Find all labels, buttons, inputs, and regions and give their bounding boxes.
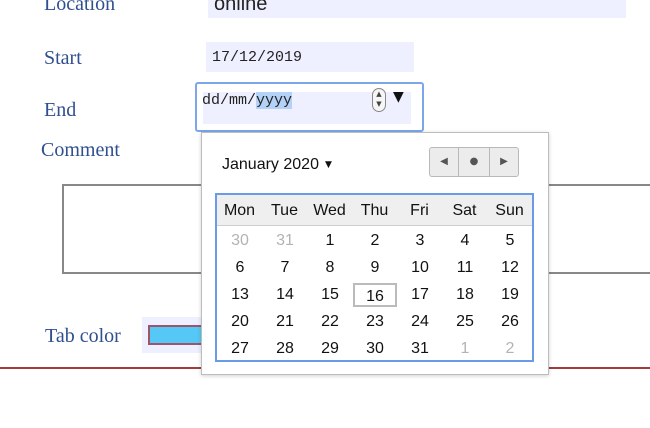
start-value: 17/12/2019 [212, 49, 303, 66]
calendar-day[interactable]: 15 [308, 283, 352, 307]
location-field[interactable] [208, 0, 626, 18]
calendar-day-today[interactable]: 16 [353, 283, 397, 307]
arrow-left-icon: ◀ [440, 156, 448, 167]
date-picker-popup: January 2020 ▼ ◀ ● ▶ Mon Tue Wed Thu Fri Sat Su… [201, 132, 549, 375]
weekday-label: Tue [271, 202, 298, 219]
dot-icon: ● [469, 156, 479, 167]
calendar-day[interactable]: 3 [398, 229, 442, 253]
calendar-day[interactable]: 29 [308, 337, 352, 361]
calendar-day[interactable]: 11 [443, 256, 487, 280]
calendar-day[interactable]: 26 [488, 310, 532, 334]
calendar-day[interactable]: 18 [443, 283, 487, 307]
today-button[interactable]: ● [459, 147, 489, 177]
end-label: End [44, 99, 77, 121]
tab-color-swatch[interactable] [148, 325, 208, 345]
end-value[interactable]: dd/mm/yyyy [202, 92, 293, 110]
next-month-button[interactable]: ▶ [489, 147, 519, 177]
calendar-day[interactable]: 13 [218, 283, 262, 307]
calendar-day[interactable]: 24 [398, 310, 442, 334]
calendar-day[interactable]: 7 [263, 256, 307, 280]
calendar-day[interactable]: 1 [308, 229, 352, 253]
calendar-day[interactable]: 30 [353, 337, 397, 361]
calendar-day[interactable]: 23 [353, 310, 397, 334]
end-value-prefix: dd/mm/ [202, 92, 257, 109]
end-value-year-selected: yyyy [256, 92, 293, 109]
caret-down-icon: ▼ [324, 160, 332, 170]
calendar-day[interactable]: 25 [443, 310, 487, 334]
weekday-label: Thu [360, 202, 389, 219]
calendar-day[interactable]: 14 [263, 283, 307, 307]
spin-buttons-icon[interactable]: ▲ ▼ [372, 88, 386, 112]
calendar-day[interactable]: 27 [218, 337, 262, 361]
calendar-day[interactable]: 1 [443, 337, 487, 361]
end-date-input[interactable]: dd/mm/yyyy ▲ ▼ ▼ [195, 82, 424, 132]
tab-color-label: Tab color [45, 325, 121, 347]
weekday-label: Sat [452, 202, 477, 219]
calendar-day[interactable]: 17 [398, 283, 442, 307]
calendar-day[interactable]: 30 [218, 229, 262, 253]
previous-month-button[interactable]: ◀ [429, 147, 459, 177]
location-value: online [214, 0, 268, 15]
weekday-label: Sun [495, 202, 524, 219]
calendar-day[interactable]: 4 [443, 229, 487, 253]
month-year-select[interactable]: January 2020 ▼ [222, 155, 332, 175]
calendar-day[interactable]: 8 [308, 256, 352, 280]
triangle-down-icon[interactable]: ▼ [393, 88, 404, 106]
calendar-day[interactable]: 5 [488, 229, 532, 253]
calendar-day[interactable]: 19 [488, 283, 532, 307]
calendar-day[interactable]: 2 [353, 229, 397, 253]
calendar-day[interactable]: 31 [398, 337, 442, 361]
weekday-header: Mon Tue Wed Thu Fri Sat Sun [217, 195, 532, 226]
start-label: Start [44, 47, 82, 69]
month-year-label: January 2020 [222, 156, 319, 174]
weekday-label: Wed [313, 202, 346, 219]
arrow-right-icon: ▶ [500, 156, 508, 167]
weekday-label: Mon [223, 202, 256, 219]
calendar-day[interactable]: 21 [263, 310, 307, 334]
calendar-day[interactable]: 2 [488, 337, 532, 361]
calendar-day[interactable]: 10 [398, 256, 442, 280]
weekday-label: Fri [410, 202, 429, 219]
calendar-day[interactable]: 6 [218, 256, 262, 280]
calendar-grid: Mon Tue Wed Thu Fri Sat Sun 30 31 1 2 3 4 5 6 7 8 9 10 11 1… [215, 193, 534, 362]
calendar-day[interactable]: 31 [263, 229, 307, 253]
calendar-day[interactable]: 20 [218, 310, 262, 334]
comment-label: Comment [41, 139, 120, 161]
calendar-day[interactable]: 22 [308, 310, 352, 334]
calendar-day[interactable]: 28 [263, 337, 307, 361]
calendar-day[interactable]: 9 [353, 256, 397, 280]
calendar-day[interactable]: 12 [488, 256, 532, 280]
location-label: Location [44, 0, 116, 15]
